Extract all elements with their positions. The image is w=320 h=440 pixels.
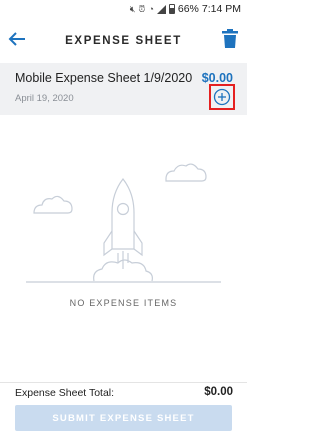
submit-expense-sheet-button[interactable]: SUBMIT EXPENSE SHEET (15, 405, 232, 431)
app-header: EXPENSE SHEET (0, 18, 247, 63)
wifi-icon: ◔ (148, 3, 154, 14)
rocket-illustration (26, 163, 221, 283)
battery-icon (168, 4, 175, 14)
empty-state: NO EXPENSE ITEMS (0, 115, 247, 375)
add-expense-button[interactable] (209, 84, 235, 110)
empty-state-label: NO EXPENSE ITEMS (69, 298, 178, 308)
alarm-icon: ⏰︎ (138, 3, 146, 14)
total-value: $0.00 (204, 386, 233, 398)
arrow-left-icon[interactable] (6, 28, 28, 50)
sheet-amount: $0.00 (201, 71, 233, 85)
sheet-name: Mobile Expense Sheet 1/9/2020 (15, 71, 193, 85)
plus-circle-icon (213, 88, 231, 106)
total-label: Expense Sheet Total: (15, 387, 115, 399)
sheet-date: April 19, 2020 (15, 93, 74, 104)
signal-icon (156, 4, 166, 14)
status-bar: 🔇︎ ⏰︎ ◔ 66% 7:14 PM (0, 0, 247, 18)
mute-icon: 🔇︎ (129, 3, 136, 14)
total-row: Expense Sheet Total: $0.00 (0, 382, 247, 402)
trash-icon[interactable] (221, 28, 239, 50)
clock: 7:14 PM (201, 3, 241, 15)
battery-percent: 66% (177, 3, 199, 15)
page-title: EXPENSE SHEET (65, 34, 182, 47)
